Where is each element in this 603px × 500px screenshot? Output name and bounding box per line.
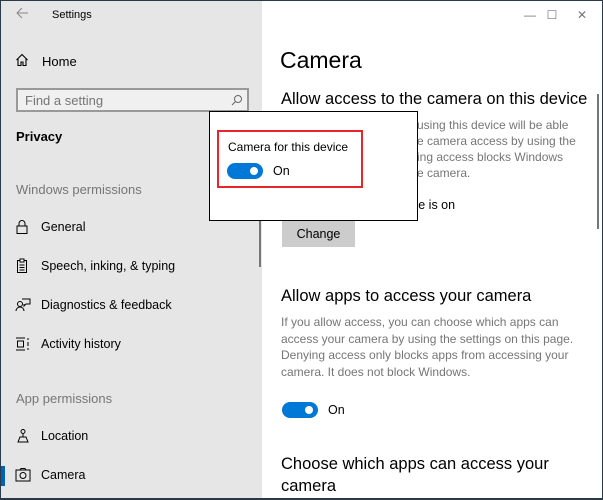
popup-label: Camera for this device bbox=[228, 140, 349, 154]
sidebar-item-label: General bbox=[41, 220, 86, 234]
camera-device-popup: Camera for this device On bbox=[209, 111, 418, 221]
highlight-box: Camera for this device On bbox=[217, 130, 363, 188]
device-access-desc-line: e camera. bbox=[417, 166, 471, 180]
toggle-state-label: On bbox=[273, 164, 290, 178]
section-heading-device-access: Allow access to the camera on this devic… bbox=[281, 90, 588, 108]
sidebar-item-diagnostics[interactable]: Diagnostics & feedback bbox=[1, 290, 249, 320]
window-title: Settings bbox=[52, 9, 92, 21]
app-access-toggle-row[interactable]: On bbox=[282, 402, 345, 418]
section-title: Privacy bbox=[16, 129, 63, 144]
settings-window: Settings Home Privacy Windows permission… bbox=[1, 1, 602, 498]
sidebar-item-label: Location bbox=[41, 429, 89, 443]
activity-history-icon bbox=[15, 336, 31, 352]
change-button[interactable]: Change bbox=[282, 220, 355, 247]
device-toggle-row[interactable]: On bbox=[227, 163, 290, 179]
sidebar-item-speech[interactable]: Speech, inking, & typing bbox=[1, 251, 249, 281]
main-content: — ☐ ✕ Camera Allow access to the camera … bbox=[262, 1, 602, 498]
maximize-button[interactable]: ☐ bbox=[542, 5, 562, 25]
main-scrollbar[interactable] bbox=[597, 94, 599, 229]
device-access-desc-line: ing access blocks Windows bbox=[417, 150, 564, 164]
home-icon bbox=[15, 53, 33, 69]
minimize-button[interactable]: — bbox=[520, 5, 540, 25]
sidebar-item-label: Camera bbox=[41, 468, 86, 482]
device-access-status: ce is on bbox=[412, 198, 456, 212]
device-access-desc-line: using this device will be able bbox=[417, 118, 569, 132]
app-access-description: If you allow access, you can choose whic… bbox=[281, 315, 574, 379]
clipboard-icon bbox=[15, 258, 31, 274]
camera-icon bbox=[15, 467, 31, 483]
home-label: Home bbox=[42, 53, 77, 69]
group-label-windows-permissions: Windows permissions bbox=[16, 182, 142, 197]
sidebar-item-activity-history[interactable]: Activity history bbox=[1, 329, 249, 359]
sidebar-item-camera[interactable]: Camera bbox=[1, 460, 249, 490]
group-label-app-permissions: App permissions bbox=[16, 391, 113, 406]
device-access-desc-line: e camera access by using the bbox=[417, 134, 576, 148]
section-heading-app-access: Allow apps to access your camera bbox=[281, 287, 532, 305]
close-button[interactable]: ✕ bbox=[572, 5, 592, 25]
search-icon[interactable] bbox=[231, 93, 243, 106]
sidebar: Settings Home Privacy Windows permission… bbox=[1, 1, 262, 498]
location-icon bbox=[15, 428, 31, 444]
section-heading-choose-apps: Choose which apps can access your camera bbox=[281, 455, 549, 495]
sidebar-item-home[interactable]: Home bbox=[15, 53, 77, 69]
sidebar-item-label: Diagnostics & feedback bbox=[41, 298, 172, 312]
toggle-state-label: On bbox=[328, 403, 345, 417]
back-arrow-icon[interactable] bbox=[15, 6, 31, 22]
feedback-icon bbox=[15, 297, 31, 313]
camera-device-toggle[interactable] bbox=[227, 163, 263, 179]
search-box[interactable] bbox=[16, 88, 249, 112]
lock-icon bbox=[15, 219, 31, 235]
page-title: Camera bbox=[280, 47, 362, 73]
app-access-toggle[interactable] bbox=[282, 402, 318, 418]
sidebar-item-location[interactable]: Location bbox=[1, 421, 249, 451]
sidebar-item-label: Speech, inking, & typing bbox=[41, 259, 176, 273]
sidebar-item-label: Activity history bbox=[41, 337, 121, 351]
search-input[interactable] bbox=[18, 90, 218, 110]
